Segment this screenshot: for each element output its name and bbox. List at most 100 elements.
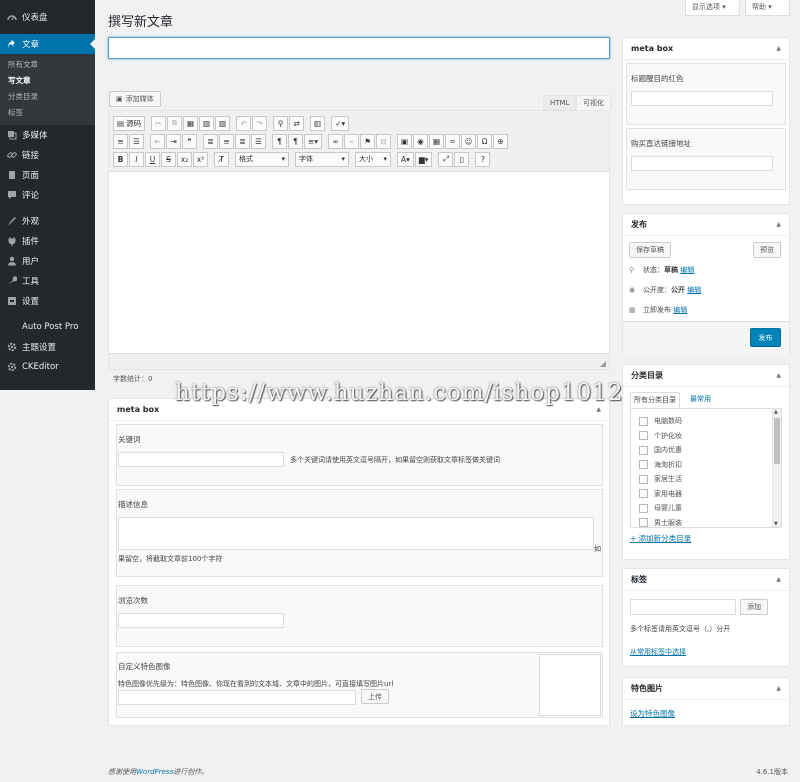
toggle-up-icon[interactable]: ▲: [596, 406, 601, 413]
save-draft-button[interactable]: 保存草稿: [629, 242, 671, 258]
menu-pages[interactable]: 页面: [0, 165, 95, 185]
align-right-button[interactable]: ≣: [235, 133, 250, 149]
align-left-button[interactable]: ≣: [203, 133, 218, 149]
font-select[interactable]: 字体 ▾: [295, 151, 349, 167]
menu-posts[interactable]: 文章: [0, 34, 95, 54]
paste-button[interactable]: ▦: [183, 115, 199, 131]
special-char-button[interactable]: Ω: [477, 133, 493, 149]
buy-link-input[interactable]: [631, 156, 773, 171]
numbered-list-button[interactable]: ≡: [113, 133, 128, 149]
smiley-button[interactable]: ☺: [461, 133, 477, 149]
category-item[interactable]: 电脑数码: [639, 414, 781, 429]
set-featured-image-link[interactable]: 设为特色图像: [630, 708, 675, 719]
unlink-button[interactable]: ∝: [344, 133, 360, 149]
toggle-up-icon[interactable]: ▲: [776, 221, 781, 228]
category-checkbox[interactable]: [639, 503, 648, 513]
submenu-categories[interactable]: 分类目录: [0, 89, 95, 105]
category-item[interactable]: 男士服装: [639, 516, 781, 527]
underline-button[interactable]: U: [145, 151, 160, 167]
add-tag-button[interactable]: 添加: [740, 599, 768, 615]
bold-button[interactable]: B: [113, 151, 128, 167]
image-button[interactable]: ▣: [397, 133, 413, 149]
subscript-button[interactable]: x₂: [177, 151, 192, 167]
category-checkbox[interactable]: [639, 518, 648, 527]
spellcheck-button[interactable]: ✓▾: [331, 115, 350, 131]
cut-button[interactable]: ✂: [151, 115, 167, 131]
page-break-button[interactable]: ⊟: [376, 133, 392, 149]
menu-links[interactable]: 链接: [0, 145, 95, 165]
copy-button[interactable]: ⧉: [167, 115, 183, 131]
remove-format-button[interactable]: T̸: [214, 151, 229, 167]
categories-list[interactable]: 电脑数码 个护化妆 国内优惠 海淘折扣 家居生活 家用电器 母婴儿童 男士服装 …: [630, 408, 782, 528]
submenu-all-posts[interactable]: 所有文章: [0, 57, 95, 73]
category-item[interactable]: 家用电器: [639, 487, 781, 502]
category-checkbox[interactable]: [639, 489, 648, 499]
menu-media[interactable]: 多媒体: [0, 125, 95, 145]
category-checkbox[interactable]: [639, 460, 648, 470]
tab-visual[interactable]: 可视化: [576, 95, 611, 110]
choose-tags-link[interactable]: 从常用标签中选择: [630, 647, 686, 657]
redo-button[interactable]: ↷: [252, 115, 268, 131]
scroll-down-icon[interactable]: ▼: [774, 521, 778, 527]
bg-color-button[interactable]: ▆▾: [414, 151, 433, 167]
preview-button[interactable]: 预览: [753, 242, 781, 258]
text-color-button[interactable]: A▾: [397, 151, 414, 167]
tags-header[interactable]: 标签 ▲: [623, 569, 789, 591]
tag-input[interactable]: [630, 599, 736, 615]
category-checkbox[interactable]: [639, 416, 648, 426]
category-checkbox[interactable]: [639, 445, 648, 455]
menu-theme-settings[interactable]: 主题设置: [0, 337, 95, 357]
blockquote-button[interactable]: ❞: [182, 133, 197, 149]
featured-image-header[interactable]: 特色图片 ▲: [623, 678, 789, 700]
category-item[interactable]: 家居生活: [639, 472, 781, 487]
post-title-input[interactable]: [108, 37, 610, 59]
indent-button[interactable]: ⇥: [166, 133, 181, 149]
rtl-button[interactable]: ¶: [288, 133, 303, 149]
thumb-url-input[interactable]: [118, 690, 356, 705]
iframe-button[interactable]: ⊕: [493, 133, 509, 149]
menu-users[interactable]: 用户: [0, 251, 95, 271]
toggle-up-icon[interactable]: ▲: [776, 372, 781, 379]
category-item[interactable]: 母婴儿童: [639, 501, 781, 516]
flash-button[interactable]: ◉: [413, 133, 429, 149]
menu-appearance[interactable]: 外观: [0, 211, 95, 231]
justify-button[interactable]: ☰: [251, 133, 266, 149]
publish-header[interactable]: 发布 ▲: [623, 214, 789, 236]
bulleted-list-button[interactable]: ☰: [129, 133, 144, 149]
source-button[interactable]: ▤ 源码: [113, 115, 146, 131]
category-item[interactable]: 个护化妆: [639, 429, 781, 444]
category-item[interactable]: 国内优惠: [639, 443, 781, 458]
menu-settings[interactable]: 设置: [0, 291, 95, 311]
edit-visibility-link[interactable]: 编辑: [687, 285, 701, 295]
menu-ckeditor[interactable]: CKEditor: [0, 357, 95, 377]
strike-button[interactable]: S: [161, 151, 176, 167]
meta-box-side-header[interactable]: meta box ▲: [623, 38, 789, 60]
resize-handle-icon[interactable]: ◢: [600, 359, 606, 368]
upload-button[interactable]: 上传: [361, 689, 389, 704]
category-checkbox[interactable]: [639, 474, 648, 484]
size-select[interactable]: 大小 ▾: [355, 151, 391, 167]
tab-all-categories[interactable]: 所有分类目录: [630, 392, 680, 408]
menu-tools[interactable]: 工具: [0, 271, 95, 291]
italic-button[interactable]: I: [129, 151, 144, 167]
description-textarea[interactable]: [118, 517, 594, 550]
submenu-new-post[interactable]: 写文章: [0, 73, 95, 89]
horizontal-line-button[interactable]: ═: [445, 133, 461, 149]
edit-status-link[interactable]: 编辑: [680, 265, 694, 275]
scrollbar[interactable]: ▲ ▼: [772, 409, 781, 527]
scrollbar-thumb[interactable]: [774, 418, 780, 464]
publish-button[interactable]: 发布: [750, 328, 781, 347]
paste-word-button[interactable]: ▨: [215, 115, 231, 131]
maximize-button[interactable]: ⤢: [438, 151, 454, 167]
superscript-button[interactable]: x²: [193, 151, 208, 167]
menu-auto-post-pro[interactable]: Auto Post Pro: [0, 317, 95, 337]
help-button[interactable]: 帮助 ▾: [745, 0, 790, 16]
anchor-button[interactable]: ⚑: [360, 133, 376, 149]
table-button[interactable]: ▦: [429, 133, 445, 149]
menu-dashboard[interactable]: 仪表盘: [0, 7, 95, 27]
edit-schedule-link[interactable]: 编辑: [673, 305, 687, 315]
link-button[interactable]: ∞: [328, 133, 344, 149]
categories-header[interactable]: 分类目录 ▲: [623, 365, 789, 387]
category-item[interactable]: 海淘折扣: [639, 458, 781, 473]
menu-plugins[interactable]: 插件: [0, 231, 95, 251]
